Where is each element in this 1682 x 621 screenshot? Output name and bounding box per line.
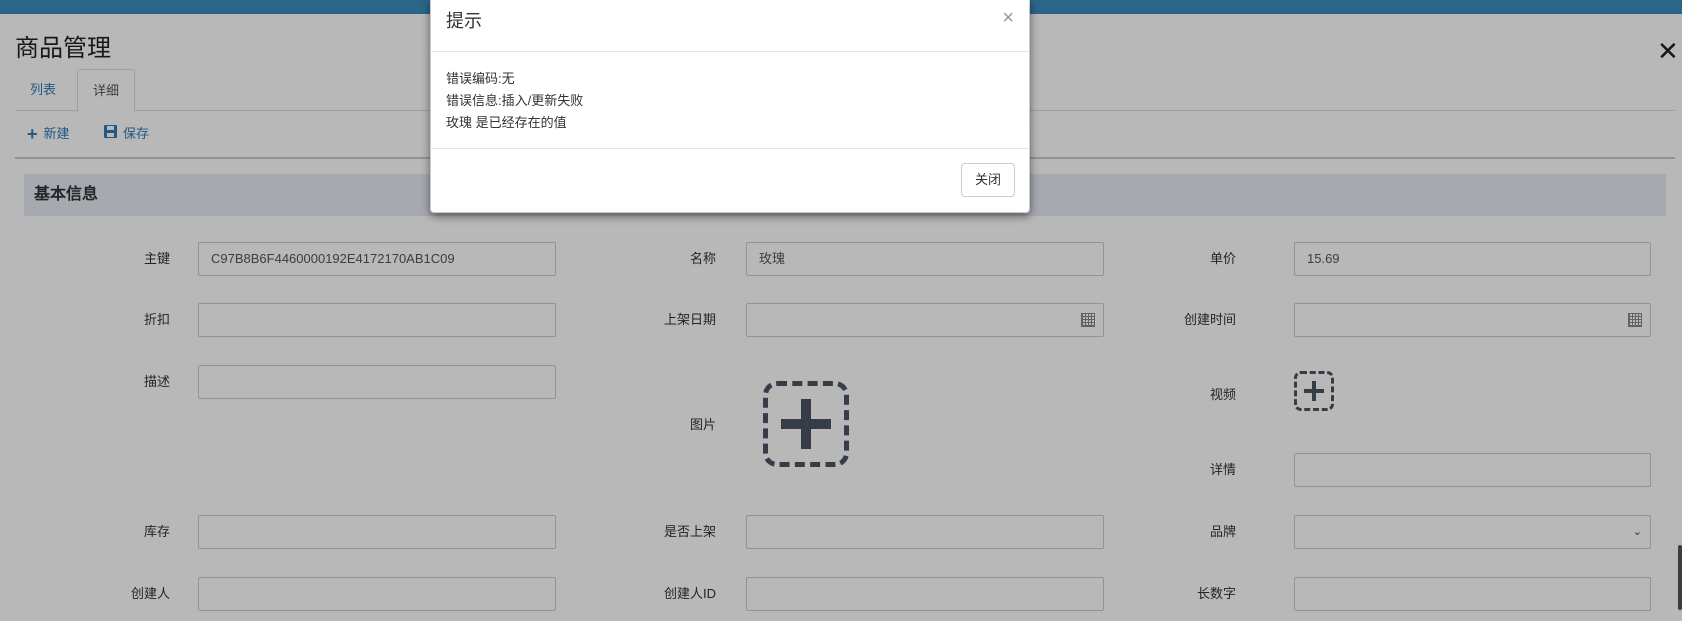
dialog-body: 错误编码:无 错误信息:插入/更新失败 玫瑰 是已经存在的值 bbox=[431, 52, 1029, 149]
error-code-text: 错误编码:无 bbox=[446, 71, 515, 86]
dialog-header: 提示 × bbox=[431, 0, 1029, 52]
dialog-close-icon[interactable]: × bbox=[1002, 8, 1014, 28]
alert-dialog: 提示 × 错误编码:无 错误信息:插入/更新失败 玫瑰 是已经存在的值 关闭 bbox=[430, 0, 1030, 213]
error-message-text: 错误信息:插入/更新失败 bbox=[446, 93, 584, 108]
error-detail-text: 玫瑰 是已经存在的值 bbox=[446, 115, 567, 130]
dialog-footer: 关闭 bbox=[431, 149, 1029, 212]
dialog-title: 提示 bbox=[446, 11, 482, 31]
dialog-close-button[interactable]: 关闭 bbox=[961, 163, 1015, 197]
